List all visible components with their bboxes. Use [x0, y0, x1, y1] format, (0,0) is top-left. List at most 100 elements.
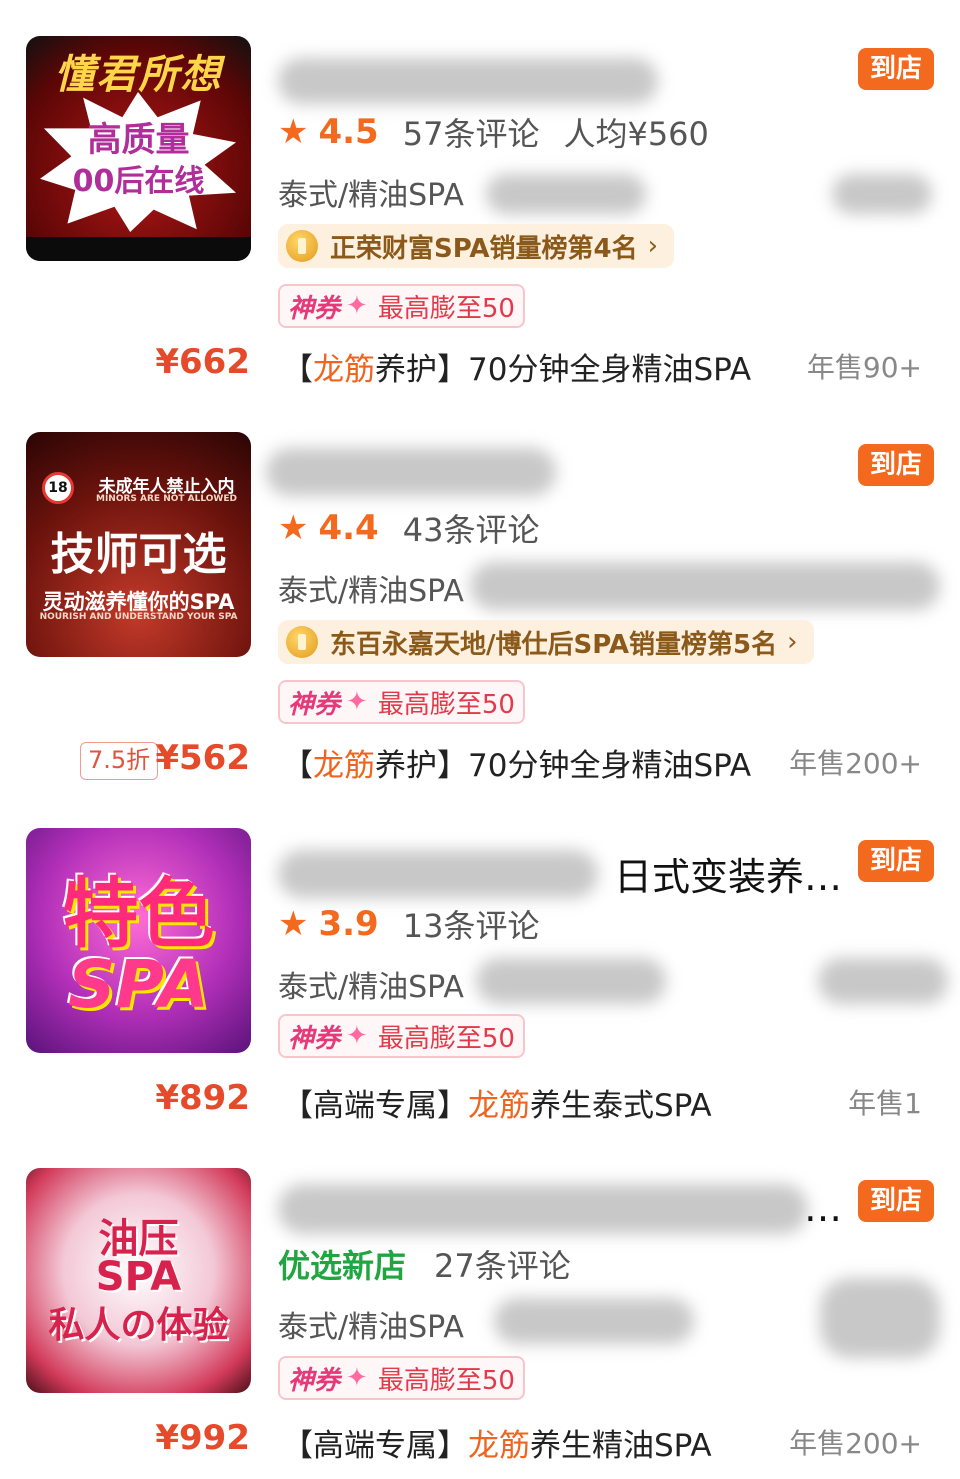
coupon-tag[interactable]: 神券 ✦ 最高膨至50 [278, 284, 525, 328]
deal-row[interactable]: ¥992 【高端专属】龙筋养生精油SPA 年售200+ [0, 1418, 960, 1468]
shop-title[interactable] [266, 442, 848, 498]
redacted-location [476, 958, 666, 1004]
shop-card[interactable]: 懂君所想 高质量 00后在线 到店 ★ 4.5 57条评论 人均¥560 泰式/… [0, 36, 960, 396]
deal-name-prefix: 【高端专属】 [282, 1428, 468, 1464]
shop-title[interactable]: … [278, 1178, 848, 1234]
deal-name-prefix: 【高端专属】 [282, 1088, 468, 1124]
deal-name-highlight: 龙筋 [313, 352, 375, 388]
rating-score: 4.5 [318, 112, 379, 152]
deal-price: ¥662 [155, 342, 250, 382]
shop-title-text: … [804, 1186, 842, 1230]
review-count[interactable]: 43条评论 [403, 505, 540, 551]
annual-sales: 年售200+ [789, 747, 922, 780]
rank-badge[interactable]: 正荣财富SPA销量榜第4名 › [278, 224, 675, 268]
in-store-badge: 到店 [858, 444, 934, 486]
category-label: 泰式/精油SPA [278, 970, 464, 1005]
deal-name-highlight: 龙筋 [468, 1088, 530, 1124]
redacted-distance [818, 958, 948, 1004]
coupon-tag[interactable]: 神券 ✦ 最高膨至50 [278, 1014, 525, 1058]
in-store-badge: 到店 [858, 1180, 934, 1222]
rank-text: 东百永嘉天地/博仕后SPA销量榜第5名 [330, 629, 778, 660]
deal-name-rest: 养护】70分钟全身精油SPA [375, 352, 752, 388]
redacted-title [278, 1184, 808, 1234]
coupon-tag[interactable]: 神券 ✦ 最高膨至50 [278, 680, 525, 724]
deal-name: 【高端专属】龙筋养生泰式SPA [282, 1080, 712, 1125]
category-row: 泰式/精油SPA [278, 962, 464, 1006]
deal-name-rest: 养生泰式SPA [530, 1088, 712, 1124]
shop-title[interactable] [278, 46, 848, 104]
deal-row[interactable]: ¥892 【高端专属】龙筋养生泰式SPA 年售1 [0, 1078, 960, 1128]
annual-sales: 年售90+ [806, 351, 922, 384]
category-row: 泰式/精油SPA [278, 566, 464, 610]
shop-title-text: 日式变装养… [613, 855, 842, 899]
deal-name-rest: 养护】70分钟全身精油SPA [375, 748, 752, 784]
thumb-text: SPA [95, 1254, 182, 1300]
coupon-tag[interactable]: 神券 ✦ 最高膨至50 [278, 1356, 525, 1400]
category-label: 泰式/精油SPA [278, 1310, 464, 1345]
shop-card[interactable]: 18 未成年人禁止入内 MINORS ARE NOT ALLOWED 技师可选 … [0, 432, 960, 792]
redacted-distance [820, 1278, 940, 1358]
chevron-right-icon: › [647, 231, 659, 261]
redacted-location [486, 174, 646, 214]
in-store-badge: 到店 [858, 840, 934, 882]
coupon-label: 神券 [288, 1023, 341, 1054]
star-icon: ★ [278, 112, 309, 152]
shop-thumbnail[interactable]: 特色 SPA [26, 828, 251, 1053]
thumb-text: 高质量 [87, 120, 190, 160]
category-row: 泰式/精油SPA [278, 170, 464, 214]
sparkle-icon: ✦ [346, 1021, 368, 1051]
medal-icon [286, 230, 318, 262]
deal-row[interactable]: 7.5折 ¥562 【龙筋养护】70分钟全身精油SPA 年售200+ [0, 738, 960, 788]
deal-name: 【龙筋养护】70分钟全身精油SPA [282, 740, 751, 785]
thumb-text: NOURISH AND UNDERSTAND YOUR SPA [39, 612, 238, 622]
deal-name-highlight: 龙筋 [468, 1428, 530, 1464]
review-count[interactable]: 13条评论 [403, 901, 540, 947]
annual-sales: 年售1 [848, 1087, 922, 1120]
thumb-text: SPA [68, 946, 209, 1023]
deal-name-prefix: 【 [282, 352, 313, 388]
rating-row: ★ 3.9 13条评论 [278, 902, 563, 946]
deal-price: ¥992 [155, 1418, 250, 1458]
deal-price: ¥892 [155, 1078, 250, 1118]
deal-price: ¥562 [155, 738, 250, 778]
thumb-bottom-bar [26, 237, 251, 261]
shop-thumbnail[interactable]: 油压 SPA 私人の体验 [26, 1168, 251, 1393]
category-label: 泰式/精油SPA [278, 574, 464, 609]
medal-icon [286, 626, 318, 658]
deal-name-prefix: 【 [282, 748, 313, 784]
coupon-text: 最高膨至50 [377, 293, 515, 324]
thumb-text: 00后在线 [72, 164, 205, 199]
redacted-title [278, 850, 598, 898]
sparkle-icon: ✦ [346, 687, 368, 717]
deal-name: 【龙筋养护】70分钟全身精油SPA [282, 344, 751, 389]
thumb-text: 私人の体验 [48, 1305, 229, 1346]
thumb-text: 技师可选 [50, 529, 227, 580]
coupon-text: 最高膨至50 [377, 1365, 515, 1396]
rating-row: ★ 4.4 43条评论 [278, 506, 563, 550]
sparkle-icon: ✦ [346, 1363, 368, 1393]
shop-card[interactable]: 特色 SPA 日式变装养… 到店 ★ 3.9 13条评论 泰式/精油SPA 神券… [0, 828, 960, 1128]
coupon-text: 最高膨至50 [377, 689, 515, 720]
star-icon: ★ [278, 904, 309, 944]
rank-badge[interactable]: 东百永嘉天地/博仕后SPA销量榜第5名 › [278, 620, 814, 664]
rank-text: 正荣财富SPA销量榜第4名 [330, 233, 638, 264]
thumb-text: MINORS ARE NOT ALLOWED [96, 494, 237, 504]
coupon-label: 神券 [288, 1365, 341, 1396]
deal-name-highlight: 龙筋 [313, 748, 375, 784]
review-count[interactable]: 27条评论 [434, 1241, 571, 1287]
deal-row[interactable]: ¥662 【龙筋养护】70分钟全身精油SPA 年售90+ [0, 342, 960, 392]
shop-thumbnail[interactable]: 18 未成年人禁止入内 MINORS ARE NOT ALLOWED 技师可选 … [26, 432, 251, 657]
redacted-title [266, 448, 556, 496]
redacted-location [470, 562, 940, 610]
shop-card[interactable]: 油压 SPA 私人の体验 … 到店 优选新店 27条评论 泰式/精油SPA 神券… [0, 1168, 960, 1468]
new-shop-label: 优选新店 [278, 1247, 407, 1285]
deal-name-rest: 养生精油SPA [530, 1428, 712, 1464]
shop-thumbnail[interactable]: 懂君所想 高质量 00后在线 [26, 36, 251, 261]
review-count[interactable]: 57条评论 [403, 109, 540, 155]
coupon-label: 神券 [288, 689, 341, 720]
coupon-text: 最高膨至50 [377, 1023, 515, 1054]
sparkle-icon: ✦ [346, 291, 368, 321]
in-store-badge: 到店 [858, 48, 934, 90]
shop-title[interactable]: 日式变装养… [278, 838, 848, 899]
coupon-label: 神券 [288, 293, 341, 324]
